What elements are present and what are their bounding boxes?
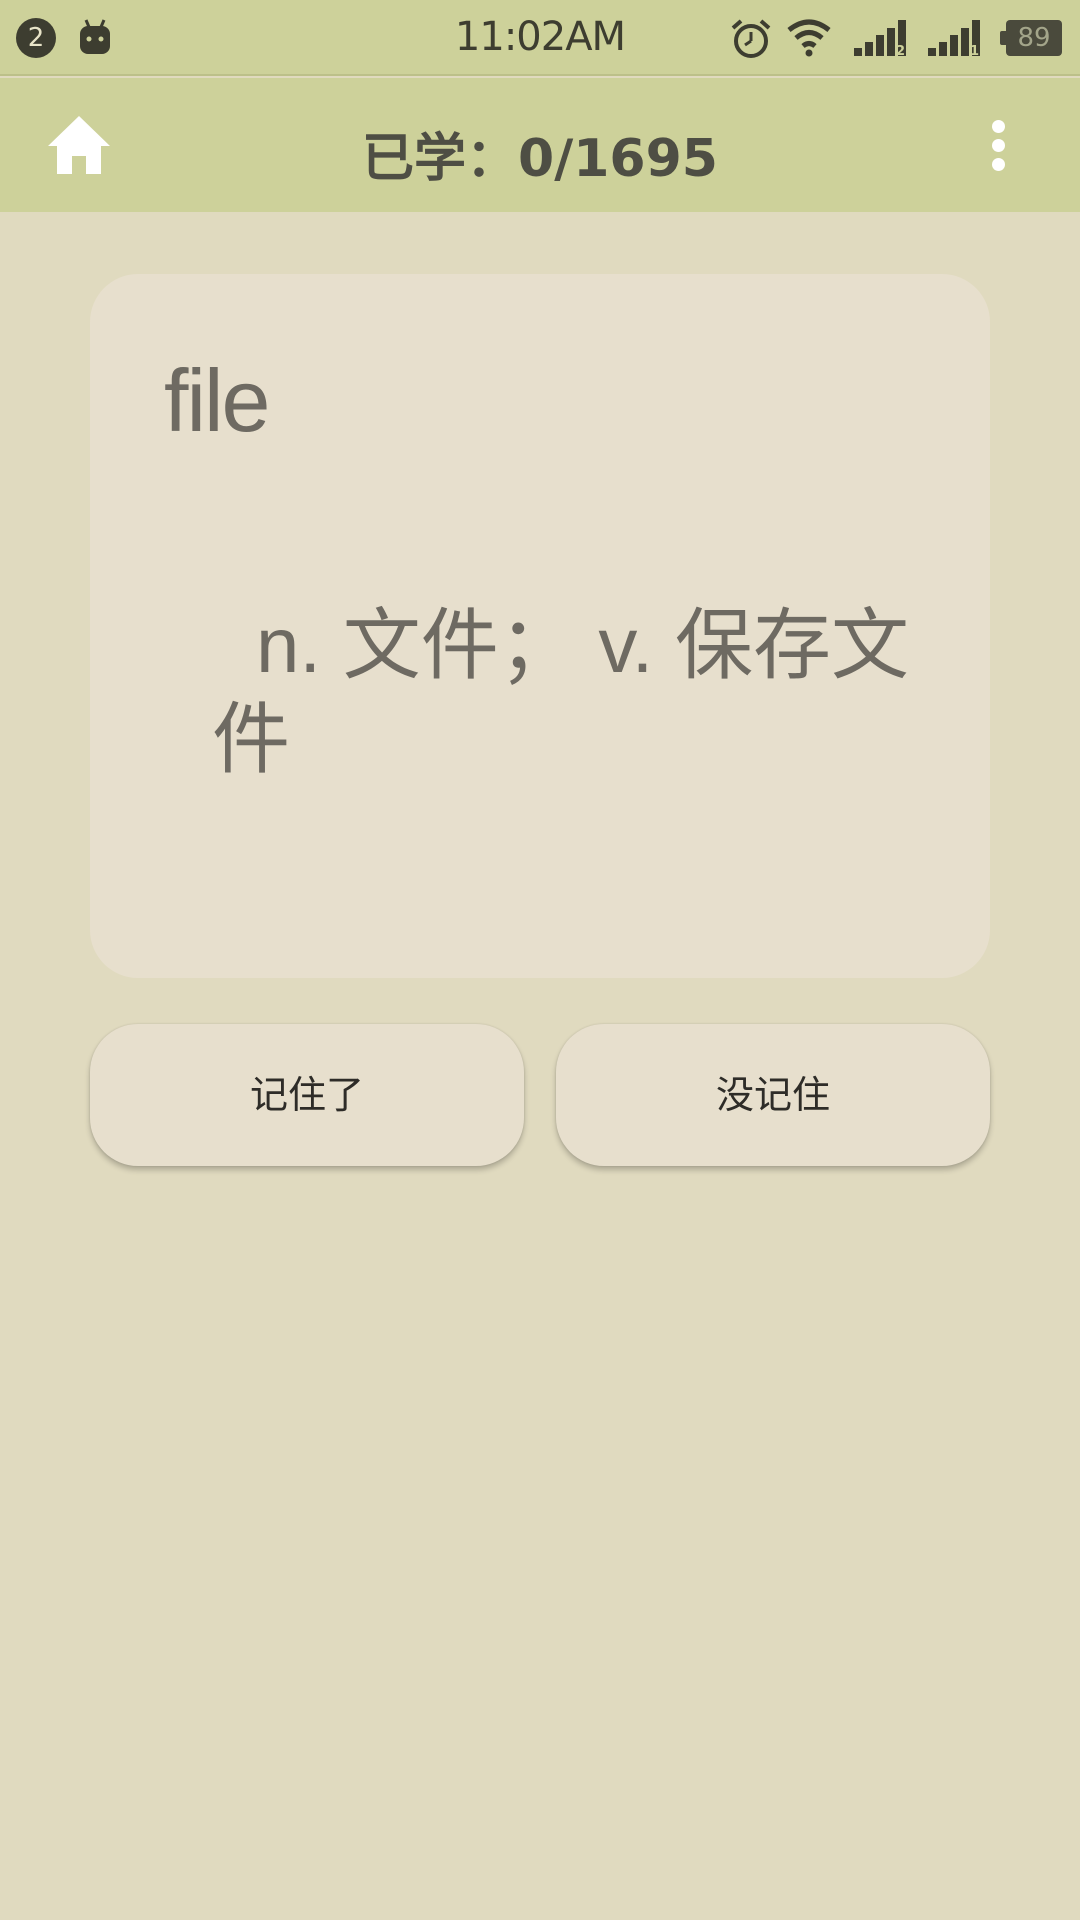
status-bar: 2 11:02AM 2 1 89 <box>0 0 1080 76</box>
cell-signal-sim1-icon: 1 <box>928 20 980 58</box>
flashcard-word: file <box>164 351 270 450</box>
app-header: 已学：0/1695 <box>0 78 1080 212</box>
sim1-label: 1 <box>970 44 979 58</box>
wifi-icon <box>787 19 831 57</box>
flashcard-definition: n. 文件； v. 保存文件 <box>212 601 909 783</box>
more-options-button[interactable] <box>978 116 1018 176</box>
cell-signal-sim2-icon: 2 <box>854 20 906 58</box>
flashcard: file n. 文件； v. 保存文件 <box>90 274 990 978</box>
battery-icon: 89 <box>1000 20 1062 56</box>
sim2-label: 2 <box>896 44 905 58</box>
alarm-icon <box>731 19 771 58</box>
learned-progress-title: 已学：0/1695 <box>362 129 718 189</box>
not-remembered-button[interactable]: 没记住 <box>556 1024 990 1166</box>
battery-level: 89 <box>1006 20 1062 56</box>
more-vert-icon-dot <box>992 158 1005 171</box>
status-clock: 11:02AM <box>454 14 626 60</box>
remembered-button[interactable]: 记住了 <box>90 1024 524 1166</box>
more-vert-icon-dot <box>992 139 1005 152</box>
more-vert-icon <box>992 120 1005 133</box>
